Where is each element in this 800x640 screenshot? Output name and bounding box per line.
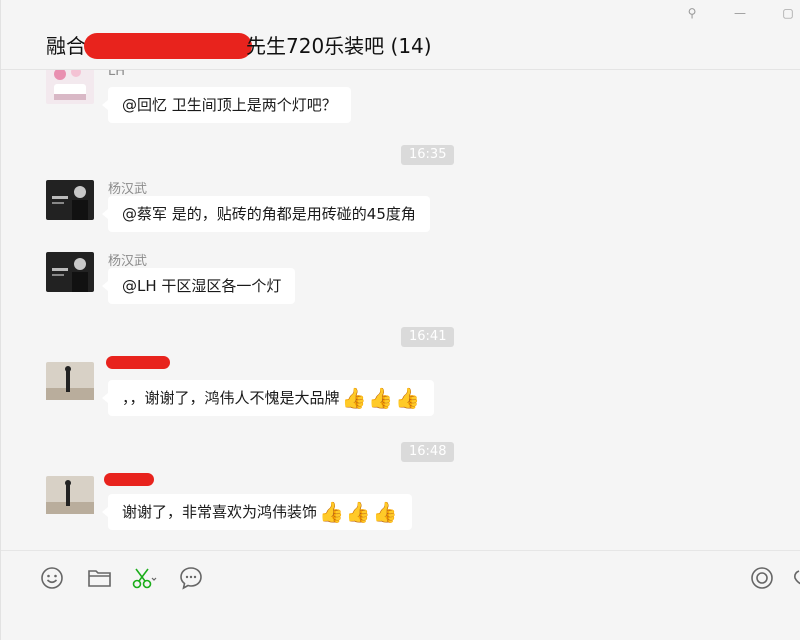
folder-icon[interactable] [86,565,114,591]
voice-call-icon[interactable] [749,565,777,591]
message-list[interactable]: LH @回忆 卫生间顶上是两个灯吧？ 16:35 杨汉武 @蔡军 是的，贴砖的角… [1,70,800,550]
avatar[interactable] [46,70,94,104]
message-text: 谢谢了，非常喜欢为鸿伟装饰 [122,503,318,521]
thumbs-up-icon: 👍 [395,386,421,410]
message-text: ，，谢谢了，鸿伟人不愧是大品牌 [122,389,340,407]
chat-title: 融合 先生720乐装吧 (14) [46,30,432,59]
message-text: @蔡军 是的，贴砖的角都是用砖碰的45度角 [122,205,416,223]
avatar[interactable] [46,476,94,516]
thumbs-up-icon: 👍 [368,386,394,410]
avatar[interactable] [46,252,94,292]
sender-name: LH [108,70,126,79]
pin-icon[interactable]: ⚲ [681,2,703,24]
chat-title-prefix: 融合 [46,34,86,58]
message-text: @回忆 卫生间顶上是两个灯吧？ [122,96,337,114]
message-bubble[interactable]: @回忆 卫生间顶上是两个灯吧？ [102,87,351,123]
emoji-icon[interactable] [39,565,67,591]
maximize-icon[interactable]: ▢ [777,2,799,24]
message-bubble[interactable]: 谢谢了，非常喜欢为鸿伟装饰 👍 👍 👍 [102,494,412,530]
sender-name: 杨汉武 [108,254,148,269]
thumbs-up-icon: 👍 [372,500,398,524]
title-bar: 融合 先生720乐装吧 (14) ⚲ — ▢ [1,0,800,70]
chat-window: 融合 先生720乐装吧 (14) ⚲ — ▢ LH @回忆 卫生间顶上是两个灯吧？… [0,0,800,640]
timestamp: 16:41 [401,327,455,347]
sender-name: 杨汉武 [108,182,148,197]
input-toolbar [1,550,800,640]
scissors-icon[interactable] [131,565,159,591]
minimize-icon[interactable]: — [729,2,751,24]
thumbs-up-icon: 👍 [345,500,371,524]
sender-name-redaction [104,473,154,486]
message-bubble[interactable]: ，，谢谢了，鸿伟人不愧是大品牌 👍 👍 👍 [101,380,435,416]
chat-history-icon[interactable] [178,565,206,591]
message-bubble[interactable]: @蔡军 是的，贴砖的角都是用砖碰的45度角 [102,196,430,232]
message-bubble[interactable]: @LH 干区湿区各一个灯 [101,268,296,304]
timestamp: 16:48 [401,442,455,462]
thumbs-up-icon: 👍 [341,386,367,410]
video-call-icon[interactable] [791,565,800,591]
title-redaction [84,33,252,59]
thumbs-up-icon: 👍 [319,500,344,524]
chat-title-suffix: 先生720乐装吧 (14) [246,34,432,58]
sender-name-redaction [106,356,170,369]
timestamp: 16:35 [401,145,455,165]
message-text: @LH 干区湿区各一个灯 [122,277,282,295]
avatar[interactable] [46,180,94,220]
avatar[interactable] [46,362,94,402]
